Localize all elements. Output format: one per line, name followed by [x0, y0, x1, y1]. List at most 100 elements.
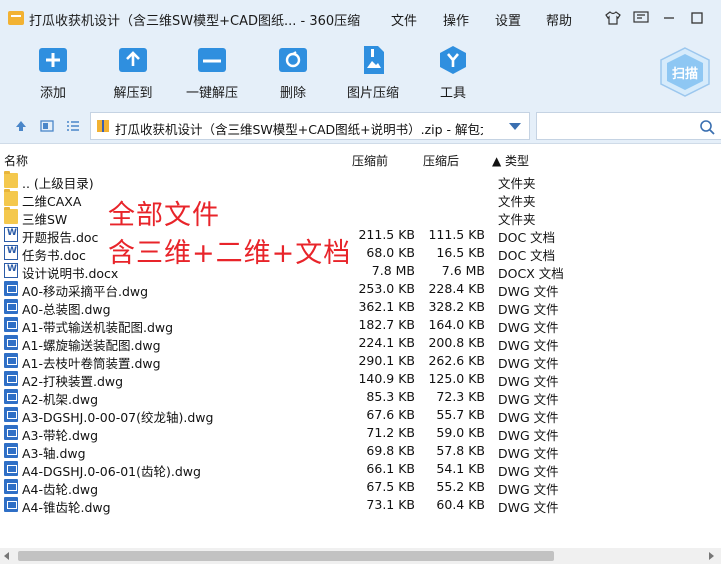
title-bar: 打瓜收获机设计（含三维SW模型+CAD图纸... - 360压缩 文件 操作 设… [0, 0, 721, 36]
file-original-size: 328.2 KB [428, 299, 485, 314]
file-row[interactable]: A2-机架.dwg 85.3 KB 72.3 KB DWG 文件 [0, 388, 721, 407]
file-row[interactable]: A4-锥齿轮.dwg 73.1 KB 60.4 KB DWG 文件 [0, 496, 721, 515]
app-logo-icon [8, 11, 24, 25]
column-type[interactable]: ▲ 类型 [492, 152, 529, 169]
image-compress-label: 图片压缩 [346, 86, 399, 101]
file-row[interactable]: A4-DGSHJ.0-06-01(齿轮).dwg 66.1 KB 54.1 KB DW… [0, 460, 721, 479]
delete-button[interactable]: 删除 [253, 44, 333, 101]
file-row[interactable]: A0-总装图.dwg 362.1 KB 328.2 KB DWG 文件 [0, 298, 721, 317]
file-row[interactable]: A1-螺旋输送装配图.dwg 224.1 KB 200.8 KB DWG 文件 [0, 334, 721, 353]
file-compressed-size: 224.1 KB [358, 335, 415, 350]
address-bar[interactable]: 打瓜收获机设计（含三维SW模型+CAD图纸+说明书）.zip - 解包大小 [90, 112, 530, 140]
file-compressed-size: 67.5 KB [366, 479, 415, 494]
scroll-left-icon[interactable] [4, 552, 9, 560]
file-row[interactable]: A3-轴.dwg 69.8 KB 57.8 KB DWG 文件 [0, 442, 721, 461]
file-row[interactable]: A0-移动采摘平台.dwg 253.0 KB 228.4 KB DWG 文件 [0, 280, 721, 299]
list-view-icon[interactable] [64, 117, 82, 135]
file-compressed-size: 290.1 KB [358, 353, 415, 368]
file-compressed-size: 66.1 KB [366, 461, 415, 476]
menu-help[interactable]: 帮助 [546, 10, 572, 29]
extract-to-label: 解压到 [113, 86, 153, 101]
column-original-size[interactable]: 压缩后 [423, 152, 459, 169]
menu-operation[interactable]: 操作 [443, 10, 469, 29]
file-row[interactable]: A4-齿轮.dwg 67.5 KB 55.2 KB DWG 文件 [0, 478, 721, 497]
file-compressed-size: 182.7 KB [358, 317, 415, 332]
file-original-size: 72.3 KB [436, 389, 485, 404]
folder-icon [4, 207, 18, 224]
file-compressed-size: 68.0 KB [366, 245, 415, 260]
file-compressed-size: 71.2 KB [366, 425, 415, 440]
dwg-file-icon [4, 335, 18, 350]
file-compressed-size: 253.0 KB [358, 281, 415, 296]
maximize-icon[interactable] [688, 9, 706, 27]
file-original-size: 60.4 KB [436, 497, 485, 512]
image-compress-icon [364, 46, 384, 74]
one-click-extract-button[interactable]: 一键解压 [172, 44, 252, 101]
scan-button[interactable]: 扫描 [657, 46, 713, 98]
word-document-icon [4, 245, 18, 260]
file-compressed-size: 362.1 KB [358, 299, 415, 314]
file-row[interactable]: A3-DGSHJ.0-00-07(绞龙轴).dwg 67.6 KB 55.7 KB D… [0, 406, 721, 425]
file-original-size: 228.4 KB [428, 281, 485, 296]
dwg-file-icon [4, 371, 18, 386]
file-row[interactable]: A1-带式输送机装配图.dwg 182.7 KB 164.0 KB DWG 文件 [0, 316, 721, 335]
menu-settings[interactable]: 设置 [495, 10, 521, 29]
extract-to-icon [119, 48, 147, 72]
add-button[interactable]: 添加 [13, 44, 93, 101]
feedback-icon[interactable] [632, 9, 650, 27]
delete-icon [279, 48, 307, 72]
thumbnail-view-icon[interactable] [38, 117, 56, 135]
dwg-file-icon [4, 443, 18, 458]
file-original-size: 7.6 MB [441, 263, 485, 278]
extract-to-button[interactable]: 解压到 [93, 44, 173, 101]
overlay-text-line1: 全部文件 [108, 200, 220, 231]
dwg-file-icon [4, 353, 18, 368]
dwg-file-icon [4, 407, 18, 422]
skin-icon[interactable] [604, 9, 622, 27]
file-compressed-size: 211.5 KB [358, 227, 415, 242]
horizontal-scrollbar[interactable] [0, 548, 721, 564]
folder-icon [4, 171, 18, 188]
file-row[interactable]: .. (上级目录) 文件夹 [0, 171, 721, 191]
file-compressed-size: 67.6 KB [366, 407, 415, 422]
tools-icon [440, 46, 466, 74]
file-original-size: 200.8 KB [428, 335, 485, 350]
dwg-file-icon [4, 281, 18, 296]
column-name[interactable]: 名称 [4, 152, 28, 169]
file-row[interactable]: A3-带轮.dwg 71.2 KB 59.0 KB DWG 文件 [0, 424, 721, 443]
dwg-file-icon [4, 479, 18, 494]
column-compressed-size[interactable]: 压缩前 [352, 152, 388, 169]
file-original-size: 54.1 KB [436, 461, 485, 476]
file-original-size: 262.6 KB [428, 353, 485, 368]
search-input[interactable] [536, 112, 721, 140]
file-original-size: 55.7 KB [436, 407, 485, 422]
file-compressed-size: 73.1 KB [366, 497, 415, 512]
dwg-file-icon [4, 497, 18, 512]
file-compressed-size: 7.8 MB [371, 263, 415, 278]
file-row[interactable]: A2-打秧装置.dwg 140.9 KB 125.0 KB DWG 文件 [0, 370, 721, 389]
menu-file[interactable]: 文件 [391, 10, 417, 29]
file-row[interactable]: A1-去枝叶卷筒装置.dwg 290.1 KB 262.6 KB DWG 文件 [0, 352, 721, 371]
file-original-size: 55.2 KB [436, 479, 485, 494]
word-document-icon [4, 227, 18, 242]
dwg-file-icon [4, 317, 18, 332]
image-compress-button[interactable]: 图片压缩 [333, 44, 413, 101]
column-header-row: 名称 压缩前 压缩后 ▲ 类型 [0, 148, 721, 170]
dwg-file-icon [4, 389, 18, 404]
file-original-size: 125.0 KB [428, 371, 485, 386]
scroll-right-icon[interactable] [709, 552, 714, 560]
search-icon[interactable] [699, 119, 715, 135]
file-compressed-size: 140.9 KB [358, 371, 415, 386]
file-original-size: 57.8 KB [436, 443, 485, 458]
tools-label: 工具 [439, 86, 466, 101]
delete-label: 删除 [279, 86, 306, 101]
window-title: 打瓜收获机设计（含三维SW模型+CAD图纸... - 360压缩 [29, 14, 361, 29]
file-type: DWG 文件 [498, 500, 559, 515]
file-original-size: 111.5 KB [428, 227, 485, 242]
tools-button[interactable]: 工具 [413, 44, 493, 101]
up-arrow-icon[interactable] [12, 117, 30, 135]
minimize-icon[interactable] [660, 9, 678, 27]
scrollbar-thumb[interactable] [18, 551, 554, 561]
address-dropdown-icon[interactable] [509, 123, 521, 130]
scan-label: 扫描 [671, 67, 698, 82]
